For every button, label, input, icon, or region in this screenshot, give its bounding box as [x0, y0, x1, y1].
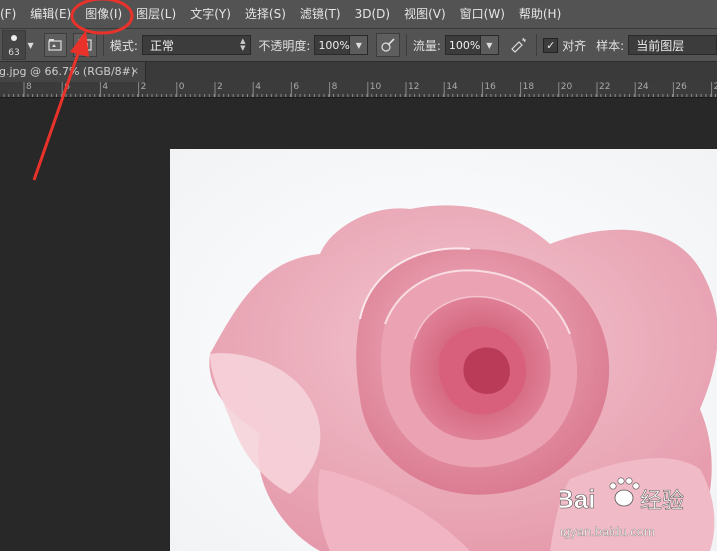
menu-filter[interactable]: 滤镜(T)	[293, 0, 348, 28]
brush-preset-picker[interactable]: 63	[2, 30, 26, 60]
divider	[536, 34, 538, 56]
horizontal-ruler: 86420246810121416182022242628	[0, 82, 717, 98]
pressure-opacity-button[interactable]	[376, 33, 400, 57]
brush-size: 63	[8, 48, 20, 58]
menu-type[interactable]: 文字(Y)	[183, 0, 238, 28]
flow-input[interactable]: 100%	[444, 35, 481, 55]
clone-source-icon	[78, 39, 92, 51]
opacity-dropdown-icon[interactable]: ▼	[350, 35, 369, 55]
ruler-label: 2	[217, 82, 223, 92]
ruler-label: 6	[293, 82, 300, 92]
menu-window[interactable]: 窗口(W)	[453, 0, 512, 28]
document-tab-bar: g.jpg @ 66.7% (RGB/8#) ×	[0, 62, 717, 82]
close-icon[interactable]: ×	[131, 62, 139, 82]
ruler-label: 16	[484, 82, 496, 92]
select-arrows-icon: ▲ ▼	[240, 37, 246, 52]
ruler-label: 0	[178, 82, 185, 92]
document-tab[interactable]: g.jpg @ 66.7% (RGB/8#) ×	[0, 62, 146, 82]
folder-brush-icon	[48, 39, 62, 51]
toggle-clone-source-panel-button[interactable]	[73, 33, 97, 57]
opacity-input[interactable]: 100%	[314, 35, 351, 55]
divider	[102, 34, 104, 56]
ruler-label: 24	[637, 82, 649, 92]
sample-label: 样本:	[596, 38, 625, 53]
rose-photo	[170, 149, 717, 551]
ruler-label: 4	[255, 82, 261, 92]
menu-select[interactable]: 选择(S)	[238, 0, 293, 28]
aligned-label: 对齐	[562, 38, 587, 53]
ruler-label: 10	[369, 82, 382, 92]
ruler-label: 28	[714, 82, 717, 93]
menu-3d[interactable]: 3D(D)	[348, 0, 397, 28]
sample-select[interactable]: 当前图层	[628, 35, 717, 55]
toggle-brush-panel-button[interactable]	[43, 33, 68, 57]
airbrush-icon	[510, 37, 526, 53]
ruler-label: 26	[675, 82, 687, 92]
menu-file[interactable]: (F)	[0, 0, 23, 28]
divider	[405, 34, 407, 56]
mode-select[interactable]: 正常 ▲ ▼	[141, 35, 251, 55]
menu-layer[interactable]: 图层(L)	[129, 0, 183, 28]
ruler-label: 20	[560, 82, 573, 92]
ruler-label: 22	[599, 82, 611, 92]
aligned-checkbox[interactable]: ✓	[543, 37, 559, 53]
canvas-area[interactable]	[0, 98, 717, 551]
ruler-label: 8	[331, 82, 338, 92]
document-tab-title: g.jpg @ 66.7% (RGB/8#)	[0, 65, 136, 78]
menu-bar: (F) 编辑(E) 图像(I) 图层(L) 文字(Y) 选择(S) 滤镜(T) …	[0, 0, 717, 29]
ruler-label: 14	[446, 82, 458, 92]
airbrush-button[interactable]	[507, 33, 531, 57]
menu-help[interactable]: 帮助(H)	[512, 0, 568, 28]
mode-label: 模式:	[109, 38, 138, 53]
brush-preset-caret-icon[interactable]: ▼	[26, 31, 36, 59]
ruler-label: 2	[140, 82, 147, 92]
pen-pressure-icon	[381, 38, 395, 52]
ruler-label: 8	[26, 82, 32, 92]
flow-dropdown-icon[interactable]: ▼	[480, 35, 499, 55]
menu-image[interactable]: 图像(I)	[78, 0, 129, 28]
ruler-label: 4	[102, 82, 109, 92]
sample-value: 当前图层	[636, 38, 685, 53]
rose-image	[170, 149, 717, 551]
ruler-label: 18	[522, 82, 535, 92]
menu-edit[interactable]: 编辑(E)	[23, 0, 78, 28]
options-bar: 63 ▼ 模式: 正常 ▲▼ 不透明度: 100% ▼ 流量: 100% ▼	[0, 29, 717, 62]
ruler-label: 6	[64, 82, 70, 92]
brush-dot-icon	[11, 35, 17, 41]
opacity-label: 不透明度:	[258, 38, 311, 53]
mode-value: 正常	[149, 38, 174, 53]
flow-label: 流量:	[412, 38, 441, 53]
menu-view[interactable]: 视图(V)	[397, 0, 453, 28]
ruler-label: 12	[408, 82, 420, 92]
